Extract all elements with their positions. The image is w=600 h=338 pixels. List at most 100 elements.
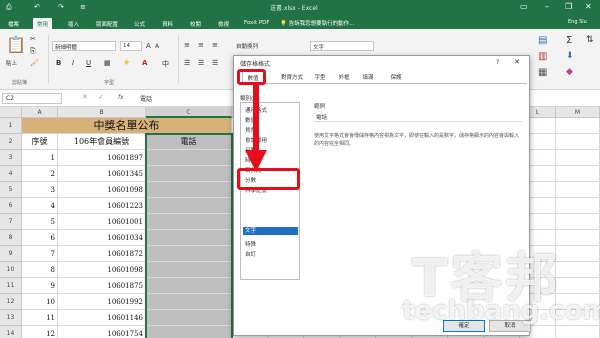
empty-cell[interactable] (556, 118, 600, 134)
close-icon[interactable]: ✕ (514, 58, 520, 66)
tab-view[interactable]: 檢視 (214, 18, 233, 29)
member-id-cell[interactable]: 10601754 (58, 326, 146, 338)
fill-color-icon[interactable]: ◈ (124, 58, 129, 66)
serial-cell[interactable]: 1 (22, 150, 58, 166)
row-header[interactable]: 13 (0, 310, 22, 326)
align-bottom-icon[interactable]: ≡ (212, 41, 218, 49)
help-icon[interactable]: ? (496, 59, 499, 66)
row-header[interactable]: 8 (0, 230, 22, 246)
serial-cell[interactable]: 10 (22, 294, 58, 310)
column-header-a[interactable]: A (22, 107, 58, 118)
row-header[interactable]: 3 (0, 150, 22, 166)
save-icon[interactable]: ⎙ (6, 3, 12, 12)
empty-cell[interactable] (556, 198, 600, 214)
bold-button[interactable]: B (56, 59, 61, 67)
font-size-select[interactable]: 14 (120, 41, 142, 51)
member-id-cell[interactable]: 10601001 (58, 214, 146, 230)
member-id-cell[interactable]: 10601345 (58, 166, 146, 182)
empty-cell[interactable] (556, 278, 600, 294)
member-id-cell[interactable]: 10601098 (58, 182, 146, 198)
empty-cell[interactable] (556, 166, 600, 182)
sheet-title-cell[interactable]: 中獎名單公布 (22, 118, 232, 134)
member-id-cell[interactable]: 10601875 (58, 278, 146, 294)
empty-cell[interactable] (556, 134, 600, 150)
underline-button[interactable]: U (86, 59, 91, 67)
align-right-icon[interactable]: ☰ (212, 59, 218, 67)
member-id-cell[interactable]: 10601872 (58, 246, 146, 262)
serial-cell[interactable]: 11 (22, 310, 58, 326)
borders-icon[interactable]: ▦ (104, 59, 111, 67)
serial-cell[interactable]: 12 (22, 326, 58, 338)
member-id-cell[interactable]: 10601146 (58, 310, 146, 326)
cut-icon[interactable]: ✂ (30, 35, 36, 43)
align-center-icon[interactable]: ☰ (198, 59, 204, 67)
member-id-cell[interactable]: 10601992 (58, 294, 146, 310)
clear-icon[interactable]: ◆ (566, 67, 573, 77)
member-id-cell[interactable]: 10601897 (58, 150, 146, 166)
undo-icon[interactable]: ↶ (34, 3, 40, 11)
restore-icon[interactable]: ❐ (565, 2, 572, 11)
align-left-icon[interactable]: ☰ (184, 59, 190, 67)
empty-cell[interactable] (556, 326, 600, 338)
font-name-select[interactable]: 新細明體 (52, 41, 116, 51)
tab-data[interactable]: 資料 (158, 18, 177, 29)
tab-file[interactable]: 檔案 (4, 18, 23, 29)
column-header-b[interactable]: B (58, 107, 146, 118)
sort-filter-icon[interactable]: ⇅ (586, 35, 594, 45)
empty-cell[interactable] (556, 214, 600, 230)
close-window-icon[interactable]: ✕ (585, 2, 592, 11)
row-header[interactable]: 1 (0, 118, 22, 134)
row-header[interactable]: 5 (0, 182, 22, 198)
delete-cells-icon[interactable]: ▥ (538, 51, 547, 62)
redo-icon[interactable]: ↷ (58, 3, 64, 11)
tab-fill[interactable]: 填滿 (358, 71, 378, 83)
insert-cells-icon[interactable]: ▤ (538, 35, 547, 46)
category-item[interactable]: 自訂 (243, 251, 298, 259)
tab-protection[interactable]: 保護 (386, 71, 406, 83)
tab-page-layout[interactable]: 版面配置 (92, 18, 122, 29)
tab-border[interactable]: 外框 (334, 71, 354, 83)
copy-icon[interactable]: ⎘ (30, 47, 36, 56)
format-painter-icon[interactable]: 🖌 (30, 59, 39, 67)
serial-cell[interactable]: 9 (22, 278, 58, 294)
serial-cell[interactable]: 8 (22, 262, 58, 278)
font-color-icon[interactable]: A (142, 59, 147, 67)
serial-cell[interactable]: 4 (22, 198, 58, 214)
fill-icon[interactable]: ⬇ (566, 51, 574, 61)
row-header[interactable]: 6 (0, 198, 22, 214)
paste-icon[interactable]: 📋 (6, 35, 26, 54)
row-header[interactable]: 2 (0, 134, 22, 150)
format-cells-icon[interactable]: ▦ (538, 67, 547, 78)
name-box[interactable]: C2 (2, 93, 62, 104)
tab-home[interactable]: 常用 (33, 18, 53, 29)
empty-cell[interactable] (556, 150, 600, 166)
serial-cell[interactable]: 2 (22, 166, 58, 182)
formula-input[interactable]: 電話 (140, 94, 152, 103)
row-header[interactable]: 14 (0, 326, 22, 338)
empty-cell[interactable] (556, 230, 600, 246)
category-item[interactable]: 文字 (243, 227, 298, 235)
customize-qat-icon[interactable]: ≡ (80, 3, 86, 11)
row-header[interactable]: 10 (0, 262, 22, 278)
serial-cell[interactable]: 3 (22, 182, 58, 198)
tab-insert[interactable]: 插入 (64, 18, 83, 29)
phonetic-icon[interactable]: 中 (162, 59, 169, 69)
row-header[interactable]: 11 (0, 278, 22, 294)
minimize-icon[interactable]: – (545, 2, 549, 11)
member-id-cell[interactable]: 10601098 (58, 262, 146, 278)
header-cell[interactable]: 序號 (22, 134, 58, 150)
member-id-cell[interactable]: 10601223 (58, 198, 146, 214)
user-name[interactable]: Eng Siu (568, 19, 587, 25)
column-header-m[interactable]: M (556, 107, 600, 118)
header-cell[interactable]: 106年會員編號 (58, 134, 146, 150)
autosum-icon[interactable]: Σ (566, 35, 572, 46)
member-id-cell[interactable]: 10601034 (58, 230, 146, 246)
align-middle-icon[interactable]: ≡ (198, 41, 204, 49)
wrap-text-button[interactable]: 自動換列 (236, 42, 258, 50)
insert-function-icon[interactable]: fx (118, 94, 124, 101)
increase-font-icon[interactable]: A (146, 42, 151, 50)
category-item[interactable]: 特殊 (243, 241, 298, 249)
italic-button[interactable]: I (72, 59, 74, 67)
serial-cell[interactable]: 7 (22, 246, 58, 262)
select-all-corner[interactable] (0, 107, 22, 118)
